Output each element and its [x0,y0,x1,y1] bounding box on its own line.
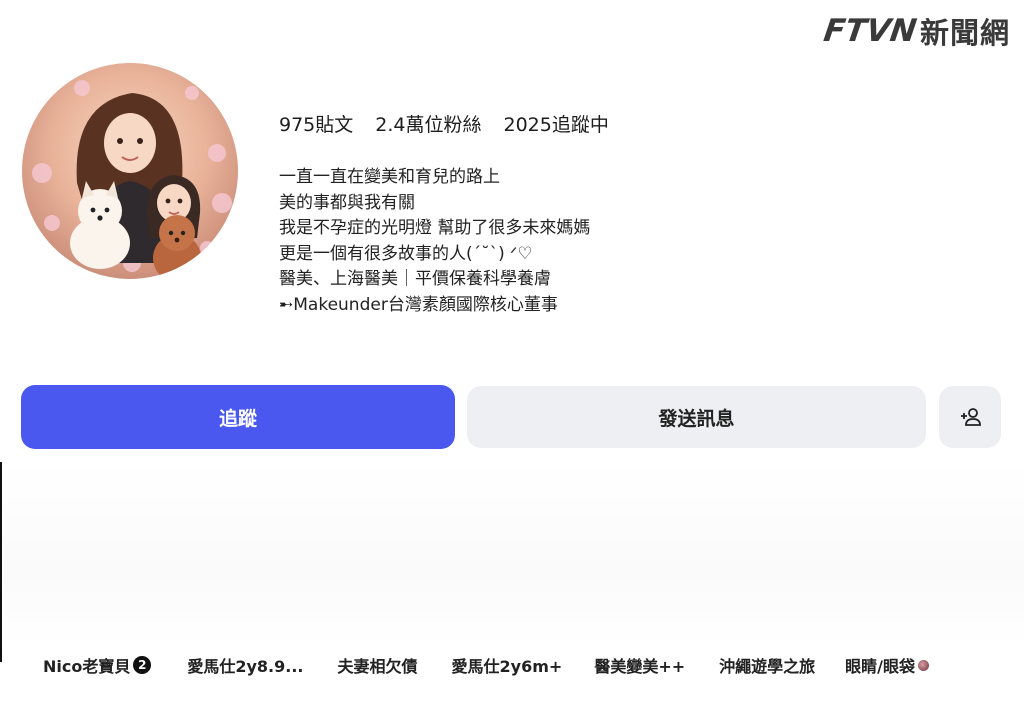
profile-avatar[interactable] [22,63,238,279]
bio-line: 醫美、上海醫美｜平價保養科學養膚 [279,269,551,289]
suggest-user-button[interactable] [939,386,1001,448]
highlight-label: Nico老寶貝 [43,657,131,676]
highlight-item[interactable]: 夫妻相欠債 [338,653,418,677]
send-message-label: 發送訊息 [658,407,735,430]
highlight-item[interactable]: 眼睛/眼袋 [845,653,930,677]
eye-emoji-icon [918,659,930,671]
highlight-badge: 2 [133,656,152,674]
highlight-label: 沖繩遊學之旅 [719,657,816,676]
follow-button-label: 追蹤 [218,407,257,430]
highlight-label: 愛馬仕2y6m+ [451,657,563,676]
highlight-item[interactable]: 愛馬仕2y8.9... [187,653,303,677]
highlight-item[interactable]: Nico老寶貝 2 [43,653,152,677]
bio-line: 更是一個有很多故事的人(ˊ˘ˋ) ᐟ♡ [279,243,533,264]
highlight-label: 醫美變美++ [594,657,686,676]
highlight-item[interactable]: 愛馬仕2y6m+ [452,653,563,677]
send-message-button[interactable]: 發送訊息 [467,386,926,448]
follow-button[interactable]: 追蹤 [21,385,455,449]
ftvn-watermark-logo: FTVN 新聞網 [821,10,1010,52]
watermark-cjk: 新聞網 [919,16,1010,50]
highlight-item[interactable]: 沖繩遊學之旅 [719,653,815,677]
watermark-latin: FTVN [821,13,919,49]
highlight-item[interactable]: 醫美變美++ [594,653,685,677]
avatar-illustration-icon [32,80,232,279]
add-person-icon [961,408,981,426]
highlight-label: 眼睛/眼袋 [845,657,916,676]
blank-content-area [4,462,1024,647]
story-highlights-row: Nico老寶貝 2 愛馬仕2y8.9... 夫妻相欠債 愛馬仕2y6m+ 醫美變… [43,653,1018,677]
followers-count[interactable]: 2.4萬位粉絲 [375,110,481,137]
bio-line: 我是不孕症的光明燈 幫助了很多未來媽媽 [279,218,591,238]
posts-count[interactable]: 975貼文 [279,110,353,137]
bio-line: 一直一直在變美和育兒的路上 [279,167,500,187]
profile-bio: 一直一直在變美和育兒的路上 美的事都與我有關 我是不孕症的光明燈 幫助了很多未來… [279,165,590,318]
highlight-label: 愛馬仕2y8.9... [187,657,304,676]
bio-line: ➸Makeunder台灣素顏國際核心董事 [279,294,558,315]
profile-stats: 975貼文 2.4萬位粉絲 2025追蹤中 [279,110,631,137]
bio-line: 美的事都與我有關 [279,192,415,213]
following-count[interactable]: 2025追蹤中 [503,110,608,137]
edge-divider [0,462,2,662]
highlight-label: 夫妻相欠債 [337,657,418,676]
